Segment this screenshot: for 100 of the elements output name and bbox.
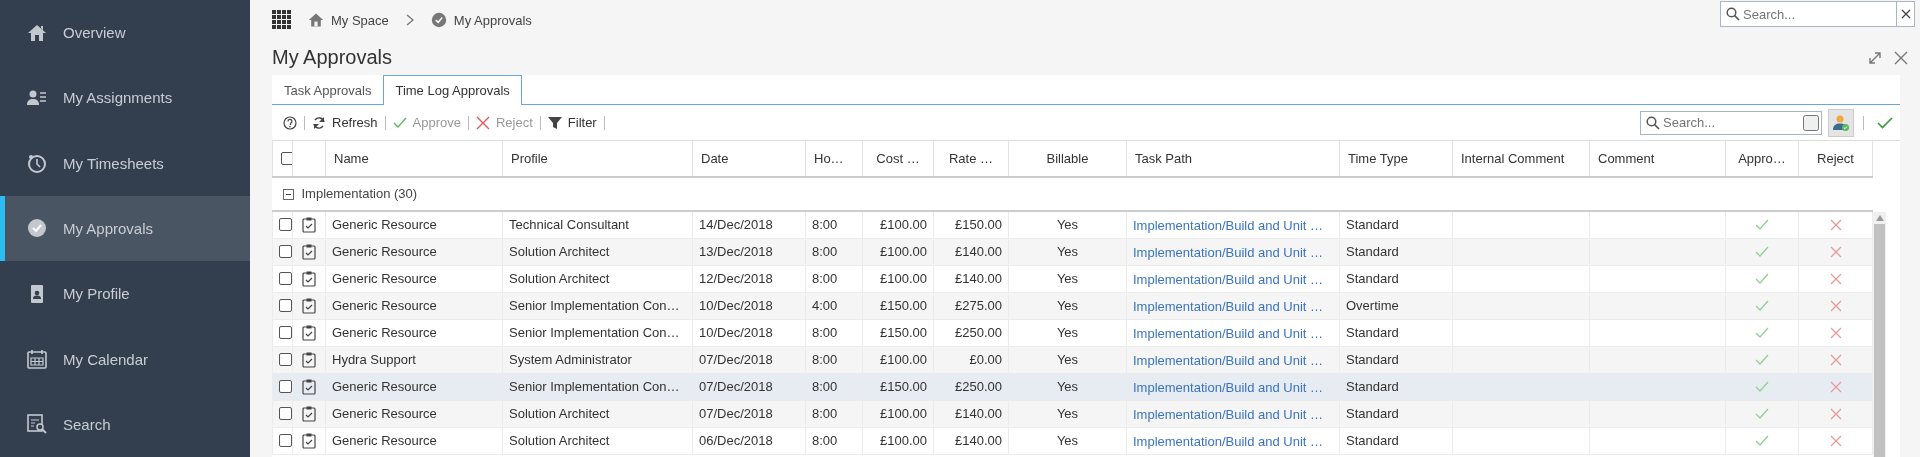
checkbox[interactable]	[279, 353, 292, 366]
task-path-link[interactable]: Implementation/Build and Unit …	[1126, 238, 1340, 265]
check-icon[interactable]	[1755, 244, 1769, 259]
tab[interactable]: Time Log Approvals	[383, 75, 522, 105]
apps-grid-icon[interactable]	[272, 10, 292, 30]
table-cell: 8:00	[805, 346, 863, 373]
table-cell: 06/Dec/2018	[692, 427, 806, 454]
sidebar-item[interactable]: My Timesheets	[0, 130, 250, 196]
table-cell: £150.00	[933, 211, 1009, 238]
table-cell: Yes	[1008, 427, 1127, 454]
table-cell: 8:00	[805, 265, 863, 292]
table-cell: 8:00	[805, 373, 863, 400]
task-path-link[interactable]: Implementation/Build and Unit …	[1126, 427, 1340, 454]
task-path-link[interactable]: Implementation/Build and Unit …	[1126, 400, 1340, 427]
table-cell: £150.00	[862, 373, 934, 400]
sidebar-item[interactable]: Search	[0, 391, 250, 457]
clipboard-check-icon	[302, 405, 316, 422]
cross-icon[interactable]	[1828, 244, 1843, 259]
check-icon[interactable]	[1755, 433, 1769, 448]
table-cell: Overtime	[1339, 292, 1453, 319]
sidebar-item[interactable]: My Calendar	[0, 326, 250, 392]
table-cell: £140.00	[933, 238, 1009, 265]
cross-icon[interactable]	[1828, 271, 1843, 286]
check-icon[interactable]	[1755, 325, 1769, 340]
cross-icon[interactable]	[1828, 325, 1843, 340]
cross-icon[interactable]	[1828, 379, 1843, 394]
task-path-link[interactable]: Implementation/Build and Unit …	[1126, 319, 1340, 346]
check-icon[interactable]	[1755, 406, 1769, 421]
cross-icon[interactable]	[1828, 217, 1843, 232]
breadcrumb-link[interactable]: My Space	[308, 12, 389, 28]
check-icon[interactable]	[1755, 352, 1769, 367]
search-icon	[1726, 7, 1740, 21]
task-path-link[interactable]: Implementation/Build and Unit …	[1126, 346, 1340, 373]
task-path-link[interactable]: Implementation/Build and Unit …	[1126, 211, 1340, 238]
close-icon[interactable]	[1894, 50, 1908, 65]
table-cell: 07/Dec/2018	[692, 373, 806, 400]
table-cell: 8:00	[805, 211, 863, 238]
table-cell: System Administrator	[502, 346, 693, 373]
checkbox[interactable]	[279, 407, 292, 420]
check-icon[interactable]	[1755, 217, 1769, 232]
cross-icon[interactable]	[1828, 352, 1843, 367]
checkbox[interactable]	[279, 299, 292, 312]
home-icon	[27, 22, 47, 43]
table-cell: Standard	[1339, 211, 1453, 238]
table-cell: Yes	[1008, 373, 1127, 400]
checkbox[interactable]	[279, 434, 292, 447]
scroll-up-arrow-icon[interactable]	[1875, 215, 1884, 221]
help-icon	[283, 115, 297, 130]
table-cell: Generic Resource	[325, 292, 503, 319]
task-path-link[interactable]: Implementation/Build and Unit …	[1126, 292, 1340, 319]
table-cell: Generic Resource	[325, 211, 503, 238]
refresh-button[interactable]: Refresh	[308, 115, 382, 130]
search-icon	[27, 414, 47, 435]
search-box[interactable]: Search...	[1640, 110, 1822, 135]
table-cell: Generic Resource	[325, 373, 503, 400]
check-icon[interactable]	[1877, 114, 1893, 131]
task-path-link[interactable]: Implementation/Build and Unit …	[1126, 373, 1340, 400]
table-cell: 12/Dec/2018	[692, 265, 806, 292]
sidebar-item[interactable]: Overview	[0, 0, 250, 66]
cross-icon[interactable]	[1828, 298, 1843, 313]
clipboard-check-icon	[302, 216, 316, 233]
refresh-icon	[312, 115, 326, 130]
checkbox[interactable]	[279, 326, 292, 339]
table-cell: 4:00	[805, 292, 863, 319]
check-icon[interactable]	[1755, 298, 1769, 313]
checkbox[interactable]	[279, 380, 292, 393]
sidebar-item[interactable]: My Assignments	[0, 65, 250, 131]
table-cell: Technical Consultant	[502, 211, 693, 238]
cross-icon[interactable]	[1828, 433, 1843, 448]
table-cell: £100.00	[862, 346, 934, 373]
collapse-toggle[interactable]	[282, 188, 294, 200]
calendar-icon	[27, 349, 47, 370]
checkbox[interactable]	[279, 272, 292, 285]
search-box[interactable]: Search...	[1720, 1, 1915, 27]
checkbox[interactable]	[279, 218, 292, 232]
task-path-link[interactable]: Implementation/Build and Unit …	[1126, 265, 1340, 292]
clipboard-check-icon	[302, 378, 316, 395]
table-cell: Yes	[1008, 292, 1127, 319]
sidebar-item[interactable]: My Profile	[0, 261, 250, 327]
assign-person-button[interactable]	[1828, 108, 1854, 137]
table-cell: £150.00	[862, 319, 934, 346]
clipboard-check-icon	[302, 243, 316, 260]
expand-icon[interactable]	[1868, 50, 1882, 65]
table-cell: Standard	[1339, 238, 1453, 265]
table-cell: Generic Resource	[325, 238, 503, 265]
table-cell: 8:00	[805, 238, 863, 265]
breadcrumb-link[interactable]: My Approvals	[430, 12, 532, 28]
checkbox[interactable]	[279, 245, 292, 258]
table-cell: 8:00	[805, 400, 863, 427]
checkbox[interactable]	[281, 152, 292, 165]
cross-icon[interactable]	[1828, 406, 1843, 421]
check-icon[interactable]	[1755, 271, 1769, 286]
table-cell: £100.00	[862, 211, 934, 238]
sidebar-item[interactable]: My Approvals	[0, 195, 250, 262]
table-cell: £150.00	[862, 292, 934, 319]
check-icon[interactable]	[1755, 379, 1769, 394]
table-cell: Standard	[1339, 265, 1453, 292]
filter-button[interactable]: Filter	[543, 115, 601, 130]
table-cell: £275.00	[933, 292, 1009, 319]
scrollbar[interactable]	[1873, 212, 1886, 457]
